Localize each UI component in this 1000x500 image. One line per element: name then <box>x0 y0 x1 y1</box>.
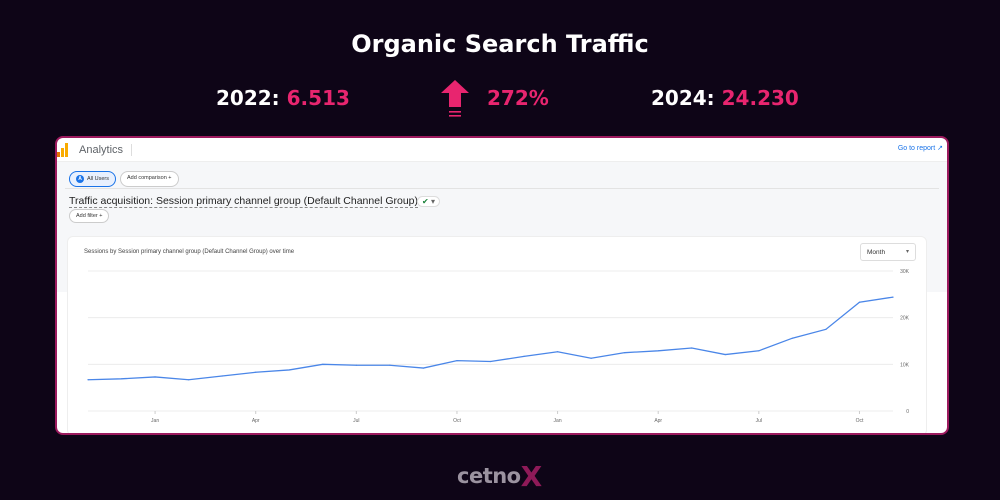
data-point <box>590 357 592 359</box>
brand-main: cetno <box>457 464 521 488</box>
y-tick-label: 30K <box>900 269 910 275</box>
x-tick-label: Apr <box>252 418 260 424</box>
data-point <box>758 350 760 352</box>
data-point <box>858 301 861 303</box>
x-tick-label: Oct <box>856 418 864 424</box>
growth-percentage: 272% <box>487 86 549 110</box>
segment-avatar: A <box>76 175 84 183</box>
data-point <box>87 379 89 381</box>
y-tick-label: 10K <box>900 362 910 368</box>
page-title: Organic Search Traffic <box>351 30 649 58</box>
x-tick-label: Jul <box>353 418 359 424</box>
data-point <box>120 378 123 380</box>
data-point <box>355 364 357 366</box>
app-name: Analytics <box>79 143 133 156</box>
analytics-topbar: Analytics <box>57 138 947 162</box>
check-circle-icon: ✔ <box>422 197 429 206</box>
x-tick-label: Oct <box>453 418 461 424</box>
stat-2024-value: 24.230 <box>721 86 799 110</box>
go-to-report-label: Go to report <box>897 145 936 152</box>
data-point <box>154 376 156 378</box>
analytics-screenshot: Analytics Go to report ↗ A All Users Add … <box>55 136 949 435</box>
data-point <box>892 296 894 298</box>
x-tick-label: Jan <box>151 418 159 424</box>
stat-2024-label: 2024: <box>651 86 715 110</box>
chart-card: Sessions by Session primary channel grou… <box>67 236 927 433</box>
external-link-icon: ↗ <box>937 145 943 152</box>
segment-chip-all-users[interactable]: A All Users <box>69 171 117 187</box>
data-point <box>825 328 827 330</box>
series-line-sessions <box>87 296 894 381</box>
data-point <box>523 355 525 357</box>
stat-2024: 2024: 24.230 <box>651 86 799 110</box>
stat-2022: 2022: 6.513 <box>216 86 350 110</box>
data-point <box>657 350 659 352</box>
data-point <box>255 371 257 373</box>
analytics-logo-icon <box>57 142 71 157</box>
data-point <box>288 369 290 371</box>
up-arrow-icon <box>441 80 469 117</box>
data-point <box>791 337 793 339</box>
x-tick-label: Apr <box>654 418 662 424</box>
go-to-report-link[interactable]: Go to report ↗ <box>898 144 943 152</box>
add-comparison-button[interactable]: Add comparison + <box>120 171 179 187</box>
x-tick-label: Jul <box>756 418 762 424</box>
y-tick-label: 20K <box>900 316 910 322</box>
segment-label: All Users <box>87 176 110 182</box>
data-point <box>188 379 190 381</box>
data-point <box>691 347 693 349</box>
stat-2022-value: 6.513 <box>286 86 350 110</box>
x-tick-label: Jan <box>554 418 562 424</box>
brand-x: X <box>520 460 543 493</box>
data-point <box>624 352 626 354</box>
data-point <box>456 360 458 362</box>
report-status-dropdown[interactable]: ✔ ▾ <box>417 196 440 207</box>
line-chart: 0 10K 20K 30K Jan Apr Jul Oct Jan Apr Jul Oct <box>87 269 910 424</box>
divider <box>65 188 939 189</box>
data-point <box>489 360 492 363</box>
add-filter-button[interactable]: Add filter + <box>69 209 110 223</box>
data-point <box>322 363 324 365</box>
data-point <box>556 351 559 353</box>
data-point <box>221 375 223 377</box>
data-point <box>724 353 726 356</box>
chevron-down-icon: ▾ <box>430 197 435 206</box>
data-point <box>422 367 425 369</box>
report-title[interactable]: Traffic acquisition: Session primary cha… <box>69 195 419 208</box>
stat-2022-label: 2022: <box>216 86 280 110</box>
y-tick-label: 0 <box>906 409 909 415</box>
brand-logo: cetnoX <box>457 457 543 493</box>
data-point <box>389 364 391 366</box>
